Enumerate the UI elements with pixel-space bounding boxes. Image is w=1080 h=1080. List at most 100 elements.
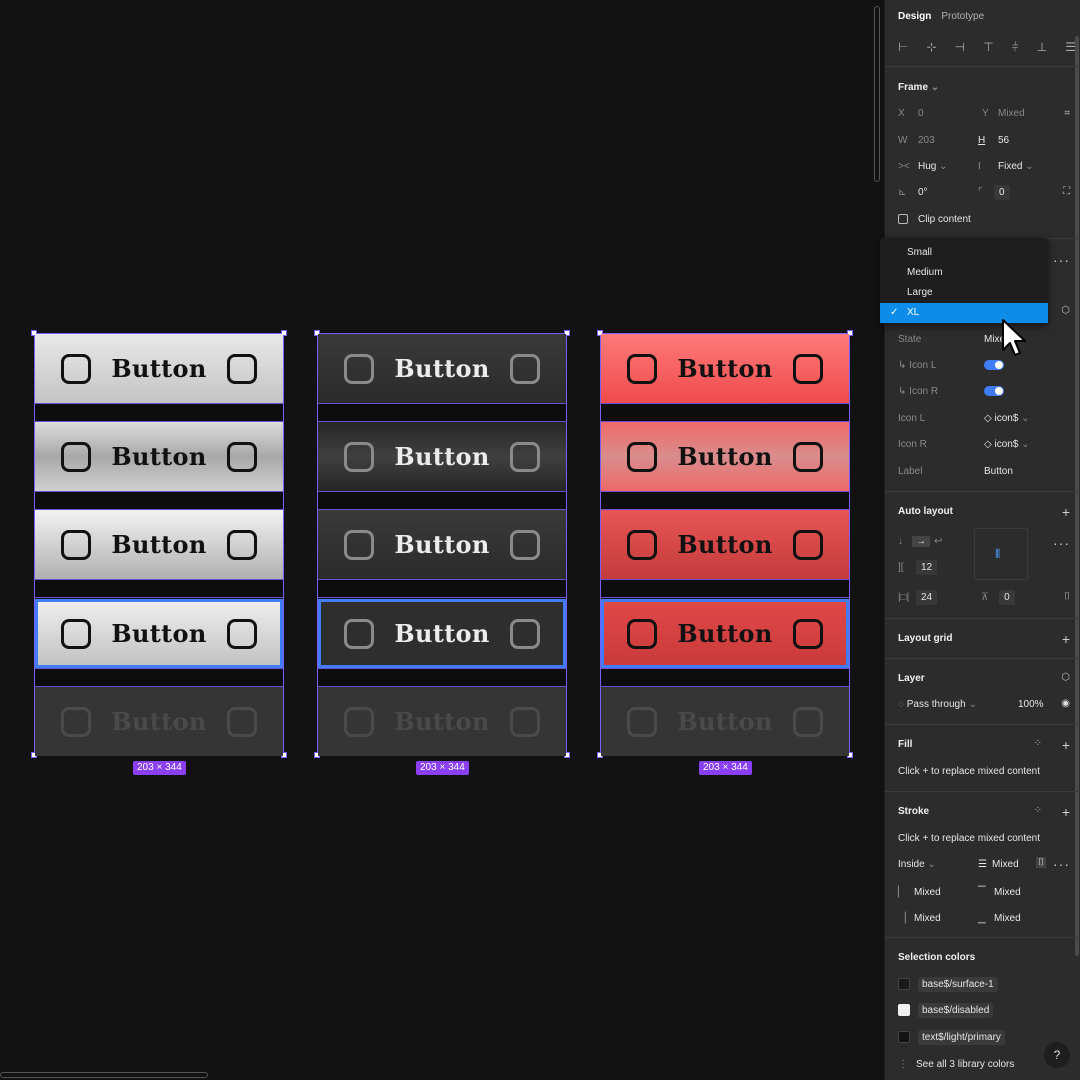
stroke-position-select[interactable]: Inside ⌄ (898, 859, 978, 870)
opacity-input[interactable]: 100% (1018, 699, 1048, 710)
x-input[interactable]: 0 (918, 108, 982, 119)
icon-l-instance-select[interactable]: ◇ icon$ ⌄ (984, 413, 1030, 424)
add-stroke-icon[interactable]: + (1062, 805, 1070, 819)
diamond-icon: ◇ (984, 438, 992, 450)
stroke-top-input[interactable]: Mixed (994, 887, 1021, 898)
more-options-icon[interactable]: ··· (1053, 252, 1070, 268)
button-pressed[interactable]: Button (318, 510, 566, 579)
button-default[interactable]: Button (35, 334, 283, 403)
align-right-icon[interactable]: ⊣ (955, 40, 965, 54)
more-options-icon[interactable]: ··· (1053, 856, 1070, 872)
icon-r-instance-select[interactable]: ◇ icon$ ⌄ (984, 439, 1030, 450)
button-hover[interactable]: Button (35, 422, 283, 491)
gap-input[interactable]: 12 (916, 559, 938, 575)
frame-red-buttons[interactable]: Button Button Button Button Button (597, 330, 853, 758)
button-disabled[interactable]: Button (318, 687, 566, 756)
style-grid-icon[interactable]: ⁘ (1034, 738, 1042, 749)
stroke-left-input[interactable]: Mixed (914, 887, 978, 898)
canvas[interactable]: Button Button Button Button Button 203 ×… (0, 0, 882, 1080)
dropdown-option-small[interactable]: Small (880, 243, 1048, 263)
height-mode-select[interactable]: Fixed ⌄ (998, 161, 1034, 172)
button-pressed[interactable]: Button (35, 510, 283, 579)
button-focused[interactable]: Button (601, 599, 849, 668)
canvas-vertical-scrollbar[interactable] (874, 6, 880, 182)
mouse-pointer-icon (1002, 319, 1026, 356)
button-disabled[interactable]: Button (35, 687, 283, 756)
stroke-bottom-input[interactable]: Mixed (994, 913, 1021, 924)
icon-right-placeholder-icon (226, 529, 257, 560)
align-top-icon[interactable]: ⊤ (983, 40, 993, 54)
button-hover[interactable]: Button (601, 422, 849, 491)
color-swatch[interactable] (898, 1031, 910, 1043)
wrap-icon[interactable]: ↩ (934, 536, 942, 547)
stroke-right-input[interactable]: Mixed (914, 913, 978, 924)
arrow-right-icon[interactable]: → (912, 535, 930, 547)
add-fill-icon[interactable]: + (1062, 738, 1070, 752)
w-input[interactable]: 203 (918, 135, 978, 146)
auto-layout-title: Auto layout (898, 506, 953, 517)
chevron-down-icon: ⌄ (930, 82, 940, 93)
button-default[interactable]: Button (318, 334, 566, 403)
button-label: Button (677, 707, 773, 736)
dropdown-option-large[interactable]: Large (880, 283, 1048, 303)
layer-mask-icon[interactable]: ⬡ (1061, 672, 1070, 683)
width-mode-select[interactable]: Hug ⌄ (918, 161, 978, 172)
eye-icon[interactable]: ◉ (1061, 698, 1070, 709)
layout-grid-title: Layout grid (898, 633, 953, 644)
divider (885, 491, 1080, 492)
frame-gap (318, 491, 566, 510)
clip-content-row[interactable]: Clip content (898, 211, 1068, 227)
align-vertical-center-icon[interactable]: ⫩ (1012, 40, 1019, 55)
frame-dark-buttons[interactable]: Button Button Button Button Button (314, 330, 570, 758)
tab-prototype[interactable]: Prototype (941, 11, 984, 22)
tab-design[interactable]: Design (898, 11, 931, 22)
color-swatch[interactable] (898, 1004, 910, 1016)
align-left-icon[interactable]: ⊢ (898, 40, 908, 54)
selection-color-item[interactable]: text$/light/primary (898, 1029, 1068, 1045)
button-focused[interactable]: Button (318, 599, 566, 668)
button-focused[interactable]: Button (35, 599, 283, 668)
icon-r-toggle[interactable] (984, 386, 1004, 396)
button-label: Button (394, 619, 490, 648)
frame-light-buttons[interactable]: Button Button Button Button Button (31, 330, 287, 758)
independent-corners-icon[interactable]: ⛶ (1063, 186, 1070, 197)
y-input[interactable]: Mixed (998, 108, 1025, 119)
alignment-toolbar: ⊢ ⊹ ⊣ ⊤ ⫩ ⊥ ☰ (898, 38, 1076, 56)
selection-color-item[interactable]: base$/disabled (898, 1002, 1068, 1018)
icon-l-toggle[interactable] (984, 360, 1004, 370)
stroke-weight-input[interactable]: Mixed (992, 859, 1019, 870)
corner-radius-input[interactable]: 0 (994, 184, 1010, 200)
button-hover[interactable]: Button (318, 422, 566, 491)
distribute-menu-icon[interactable]: ☰ (1065, 40, 1076, 54)
rotation-input[interactable]: 0° (918, 187, 978, 198)
style-grid-icon[interactable]: ⁘ (1034, 805, 1042, 816)
align-horizontal-center-icon[interactable]: ⊹ (927, 40, 937, 54)
dropdown-option-medium[interactable]: Medium (880, 263, 1048, 283)
button-pressed[interactable]: Button (601, 510, 849, 579)
frame-section-title[interactable]: Frame ⌄ (898, 82, 939, 93)
horizontal-padding-input[interactable]: 24 (916, 589, 938, 605)
canvas-horizontal-scrollbar[interactable] (0, 1072, 208, 1078)
panel-scrollbar[interactable] (1075, 36, 1079, 956)
label-prop-input[interactable]: Button (984, 466, 1013, 477)
add-layout-grid-icon[interactable]: + (1062, 632, 1070, 646)
see-all-colors-link[interactable]: ⋮ See all 3 library colors (898, 1056, 1068, 1072)
align-bottom-icon[interactable]: ⊥ (1037, 40, 1047, 54)
constraints-icon[interactable]: ⌗ (1064, 108, 1070, 119)
individual-padding-icon[interactable]: ⌷ (1064, 591, 1070, 602)
button-disabled[interactable]: Button (601, 687, 849, 756)
add-auto-layout-icon[interactable]: + (1062, 505, 1070, 519)
arrow-down-icon[interactable]: ↓ (898, 536, 912, 547)
blend-mode-select[interactable]: ◌ Pass through ⌄ (898, 699, 1018, 710)
stroke-sides-icon[interactable]: ⌷ (1036, 857, 1046, 868)
selection-color-item[interactable]: base$/surface-1 (898, 976, 1068, 992)
more-options-icon[interactable]: ··· (1053, 535, 1070, 551)
icon-right-placeholder-icon (792, 706, 823, 737)
button-default[interactable]: Button (601, 334, 849, 403)
color-swatch[interactable] (898, 978, 910, 990)
component-icon[interactable]: ⬡ (1061, 305, 1070, 316)
h-input[interactable]: 56 (998, 135, 1009, 146)
checkbox[interactable] (898, 214, 908, 224)
help-button[interactable]: ? (1044, 1042, 1070, 1068)
vertical-padding-input[interactable]: 0 (999, 589, 1015, 605)
